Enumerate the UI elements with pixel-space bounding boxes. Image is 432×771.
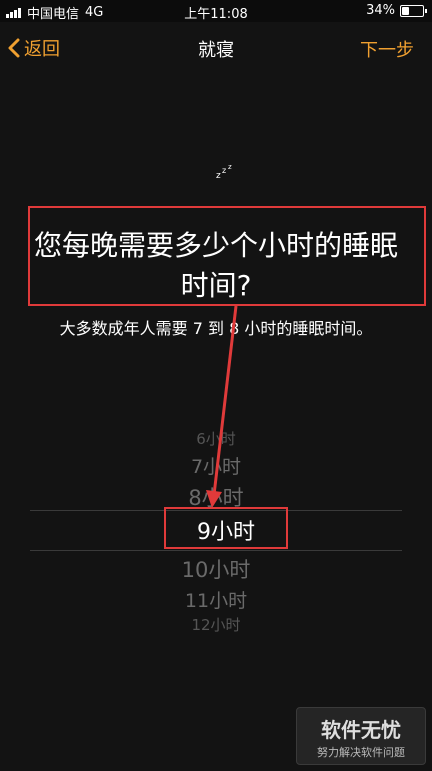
svg-text:z: z (222, 166, 226, 175)
picker-selected-item[interactable]: 9小时 (164, 514, 288, 546)
status-bar: 中国电信 4G 上午11:08 34% (0, 0, 432, 22)
svg-text:z: z (216, 171, 221, 181)
picker-item[interactable]: 10小时 (0, 554, 432, 584)
watermark-title: 软件无忧 (321, 718, 401, 742)
moon-zzz-icon: z z z (203, 163, 232, 193)
picker-item[interactable]: 12小时 (0, 614, 432, 635)
battery-icon (400, 4, 427, 17)
picker-item[interactable]: 6小时 (0, 428, 432, 449)
nav-bar: 返回 就寝 下一步 (0, 22, 432, 72)
watermark-logo: 软件无忧 努力解决软件问题 (296, 707, 426, 765)
watermark-subtitle: 努力解决软件问题 (317, 746, 405, 759)
battery-percent: 34% (366, 3, 395, 18)
picker-item[interactable]: 7小时 (0, 452, 432, 479)
picker-item[interactable]: 11小时 (0, 586, 432, 613)
subtitle: 大多数成年人需要 7 到 8 小时的睡眠时间。 (59, 319, 373, 338)
question-line: 您每晚需要多少个小时的睡眠时间? (33, 229, 398, 302)
status-right: 34% (366, 3, 427, 18)
next-button[interactable]: 下一步 (360, 36, 414, 62)
question-title: 您每晚需要多少个小时的睡眠时间? (0, 226, 432, 306)
picker-divider-bottom (30, 550, 402, 551)
annotation-arrow (206, 305, 238, 508)
svg-text:z: z (228, 163, 232, 171)
